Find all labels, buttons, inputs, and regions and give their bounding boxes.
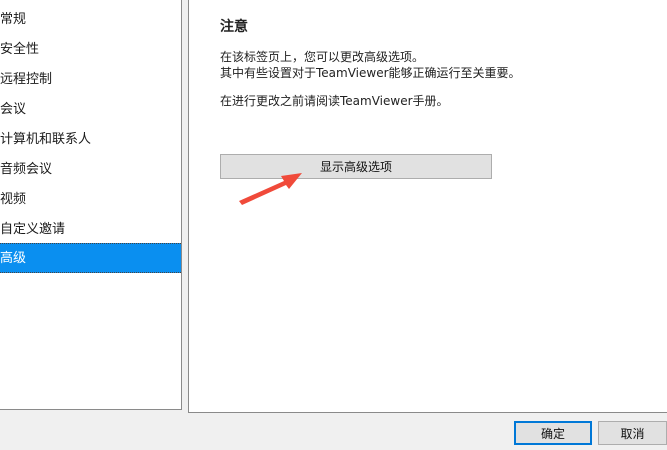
ok-button[interactable]: 确定 bbox=[514, 421, 592, 445]
sidebar-item-label: 音频会议 bbox=[0, 162, 53, 177]
sidebar-item-advanced[interactable]: 高级 bbox=[0, 243, 181, 273]
cancel-button[interactable]: 取消 bbox=[598, 421, 667, 445]
sidebar-item-label: 会议 bbox=[0, 102, 27, 117]
sidebar-item-general[interactable]: 常规 bbox=[0, 5, 181, 35]
panel-description-line-3: 在进行更改之前请阅读TeamViewer手册。 bbox=[220, 94, 449, 108]
sidebar-item-meeting[interactable]: 会议 bbox=[0, 95, 181, 125]
sidebar-item-label: 常规 bbox=[0, 12, 27, 27]
sidebar-item-computers-contacts[interactable]: 计算机和联系人 bbox=[0, 125, 181, 155]
sidebar-item-security[interactable]: 安全性 bbox=[0, 35, 181, 65]
red-arrow-annotation-icon bbox=[239, 173, 302, 205]
sidebar-item-label: 计算机和联系人 bbox=[0, 132, 92, 147]
sidebar-item-label: 自定义邀请 bbox=[0, 222, 66, 237]
sidebar-item-audio-conference[interactable]: 音频会议 bbox=[0, 155, 181, 185]
sidebar-item-video[interactable]: 视频 bbox=[0, 185, 181, 215]
sidebar-item-label: 视频 bbox=[0, 192, 27, 207]
sidebar-item-label: 高级 bbox=[0, 251, 27, 266]
sidebar-item-remote-control[interactable]: 远程控制 bbox=[0, 65, 181, 95]
sidebar-item-label: 安全性 bbox=[0, 42, 40, 57]
panel-description-line-1: 在该标签页上，您可以更改高级选项。 bbox=[220, 50, 425, 64]
options-sidebar: 常规 安全性 远程控制 会议 计算机和联系人 音频会议 视频 自定义邀请 高级 bbox=[0, 0, 182, 410]
sidebar-item-label: 远程控制 bbox=[0, 72, 53, 87]
panel-description-line-2: 其中有些设置对于TeamViewer能够正确运行至关重要。 bbox=[220, 66, 521, 80]
panel-title: 注意 bbox=[220, 19, 248, 35]
sidebar-item-custom-invitation[interactable]: 自定义邀请 bbox=[0, 215, 181, 245]
